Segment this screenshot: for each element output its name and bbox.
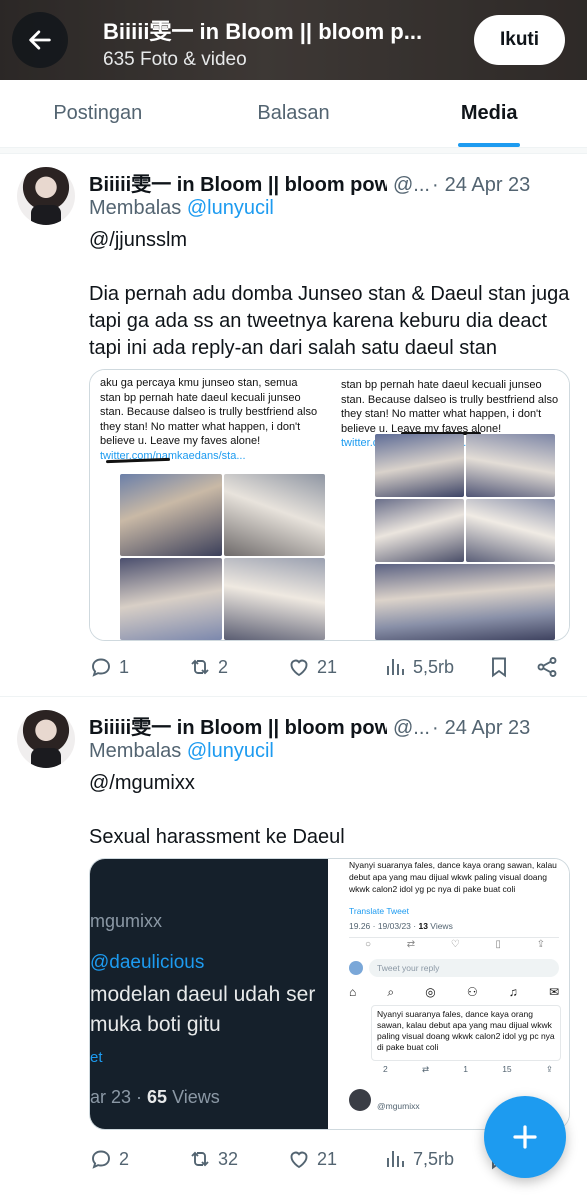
photo-collage <box>120 474 325 640</box>
compose-plus-icon <box>513 1125 537 1149</box>
tab-balasan[interactable]: Balasan <box>196 80 392 147</box>
reply-count: 1 <box>119 656 130 677</box>
avatar[interactable] <box>17 167 75 225</box>
reply-button[interactable]: 1 <box>89 655 188 679</box>
separator-dot: · <box>431 174 439 196</box>
like-icon <box>290 659 308 677</box>
photo-collage <box>375 434 555 640</box>
screenshot-text: aku ga percaya kmu junseo stan, semua st… <box>100 377 318 462</box>
screenshot-actions: ○ ⇄ ♡ ▯ ⇪ <box>365 939 545 950</box>
tweet-media[interactable]: mgumixx @daeulicious modelan daeul udah … <box>89 858 570 1130</box>
media-image-right[interactable]: stan bp pernah hate daeul kecuali junseo… <box>328 370 569 640</box>
reply-mention[interactable]: @lunyucil <box>187 740 274 762</box>
reply-context: Membalas @lunyucil <box>89 197 274 220</box>
views-icon <box>387 1151 404 1167</box>
profile-header: Biiiii雯一 in Bloom || bloom p... 635 Foto… <box>0 0 587 80</box>
retweet-button[interactable]: 32 <box>188 1147 287 1171</box>
avatar[interactable] <box>17 710 75 768</box>
like-count: 21 <box>317 1148 338 1169</box>
screenshot-mention: @daeulicious <box>90 952 205 973</box>
reply-prefix: Membalas <box>89 197 182 219</box>
reply-button[interactable]: 2 <box>89 1147 188 1171</box>
display-name[interactable]: Biiiii雯一 in Bloom || bloom pow <box>89 711 387 740</box>
bookmark-icon <box>492 657 506 678</box>
compose-button[interactable] <box>484 1096 566 1178</box>
like-button[interactable]: 21 <box>287 1147 383 1171</box>
retweet-icon <box>191 1151 209 1167</box>
retweet-count: 32 <box>218 1148 239 1169</box>
screenshot-username: @mgumixx <box>377 1101 420 1111</box>
views-button[interactable]: 5,5rb <box>383 655 487 679</box>
tweet-text-body: Sexual harassment ke Daeul <box>89 826 345 848</box>
profile-tabs: Postingan Balasan Media <box>0 80 587 148</box>
screenshot-reply-box: Tweet your reply <box>349 958 559 978</box>
tweet-text-mention: @/mgumixx <box>89 772 195 794</box>
views-count: 5,5rb <box>413 656 455 677</box>
back-button[interactable] <box>12 12 68 68</box>
tweet-media[interactable]: aku ga percaya kmu junseo stan, semua st… <box>89 369 570 641</box>
tweet-text-body: Dia pernah adu domba Junseo stan & Daeul… <box>89 283 570 359</box>
media-count: 635 Foto & video <box>103 49 247 70</box>
share-button[interactable] <box>535 655 565 679</box>
views-icon <box>387 659 404 675</box>
screenshot-translate: et <box>90 1049 103 1066</box>
like-count: 21 <box>317 656 338 677</box>
retweet-button[interactable]: 2 <box>188 655 287 679</box>
avatar <box>349 1089 371 1111</box>
user-handle: @... <box>393 717 430 739</box>
reply-context: Membalas @lunyucil <box>89 740 274 763</box>
views-count: 7,5rb <box>413 1148 455 1169</box>
views-button[interactable]: 7,5rb <box>383 1147 487 1171</box>
separator-dot: · <box>431 717 439 739</box>
media-image-right[interactable]: Nyanyi suaranya fales, dance kaya orang … <box>328 859 569 1129</box>
reply-icon <box>92 658 110 677</box>
profile-title: Biiiii雯一 in Bloom || bloom p... <box>103 19 423 44</box>
screenshot-meta: ar 23 · 65 Views <box>90 1087 220 1107</box>
like-icon <box>290 1151 308 1169</box>
follow-button[interactable]: Ikuti <box>474 15 565 65</box>
screenshot-translate: Translate Tweet <box>349 906 410 916</box>
screenshot-navbar: ⌂ ⌕ ◎ ⚇ ♫ ✉ <box>349 985 559 999</box>
reply-mention[interactable]: @lunyucil <box>187 197 274 219</box>
like-button[interactable]: 21 <box>287 655 383 679</box>
tweet-header: Biiiii雯一 in Bloom || bloom pow @... · 24… <box>89 168 569 197</box>
reply-prefix: Membalas <box>89 740 182 762</box>
screenshot-counts: 2 ⇄ 1 15 ⇪ <box>383 1064 553 1074</box>
retweet-icon <box>191 659 209 675</box>
tweet-date[interactable]: 24 Apr 23 <box>445 174 531 197</box>
reply-count: 2 <box>119 1148 130 1169</box>
screenshot-line: modelan daeul udah ser <box>90 983 316 1006</box>
user-handle: @... <box>393 174 430 196</box>
bookmark-button[interactable] <box>487 655 535 679</box>
media-image-left[interactable]: mgumixx @daeulicious modelan daeul udah … <box>90 859 328 1129</box>
reply-icon <box>92 1150 110 1169</box>
back-arrow-icon <box>29 30 51 50</box>
screenshot-meta: 19.26 · 19/03/23 · 13 Views <box>349 921 453 931</box>
retweet-count: 2 <box>218 656 229 677</box>
tab-media[interactable]: Media <box>391 80 587 147</box>
tweet[interactable]: Biiiii雯一 in Bloom || bloom pow @... · 24… <box>0 154 587 697</box>
tweet-header: Biiiii雯一 in Bloom || bloom pow @... · 24… <box>89 711 569 740</box>
share-icon <box>537 657 557 677</box>
tab-postingan[interactable]: Postingan <box>0 80 196 147</box>
tweet-date[interactable]: 24 Apr 23 <box>445 717 531 740</box>
display-name[interactable]: Biiiii雯一 in Bloom || bloom pow <box>89 168 387 197</box>
screenshot-line: muka boti gitu <box>90 1013 221 1036</box>
tweet-actions: 1 2 21 5,5rb <box>89 652 569 682</box>
screenshot-text: Nyanyi suaranya fales, dance kaya orang … <box>349 860 557 894</box>
media-image-left[interactable]: aku ga percaya kmu junseo stan, semua st… <box>90 370 328 640</box>
tweet-text-mention: @/jjunsslm <box>89 229 188 251</box>
screenshot-username: mgumixx <box>90 911 163 931</box>
screenshot-quote: Nyanyi suaranya fales, dance kaya orang … <box>371 1005 561 1061</box>
